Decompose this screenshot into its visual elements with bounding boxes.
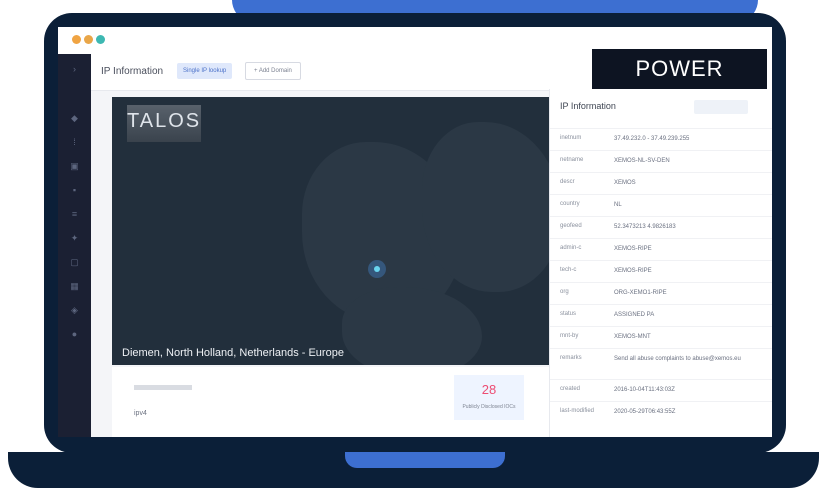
info-row: mnt-by XEMOS-MNT	[550, 326, 772, 349]
info-row: org ORG-XEMO1-RIPE	[550, 282, 772, 305]
ioc-count-card[interactable]: 28 Publicly Disclosed IOCs	[454, 375, 524, 420]
info-key: remarks	[560, 355, 582, 361]
support-icon[interactable]: ●	[70, 330, 79, 339]
info-key: org	[560, 289, 569, 295]
info-value: ASSIGNED PA	[614, 312, 655, 318]
info-row: created 2016-10-04T11:43:03Z	[550, 379, 772, 402]
location-marker[interactable]	[374, 266, 380, 272]
info-action-chip[interactable]	[694, 100, 748, 114]
shield-icon[interactable]: ▪	[70, 186, 79, 195]
ioc-count-label: Publicly Disclosed IOCs	[462, 404, 516, 410]
users-icon[interactable]: ◈	[70, 306, 79, 315]
location-caption: Diemen, North Holland, Netherlands - Eur…	[122, 347, 344, 359]
info-value: Send all abuse complaints to abuse@xemos…	[614, 356, 741, 362]
loading-placeholder	[134, 385, 192, 390]
lookup-tab[interactable]: Single IP lookup	[177, 63, 233, 79]
powerdmarc-logo: POWER DMARC	[592, 49, 767, 121]
info-row: remarks Send all abuse complaints to abu…	[550, 348, 772, 380]
info-row: country NL	[550, 194, 772, 217]
info-value: ORG-XEMO1-RIPE	[614, 290, 667, 296]
info-key: last-modified	[560, 408, 595, 414]
info-key: netname	[560, 157, 584, 163]
info-value: 37.49.232.0 - 37.49.239.255	[614, 136, 690, 142]
laptop-hinge-accent	[345, 452, 505, 468]
map-land-africa	[342, 287, 482, 365]
home-icon[interactable]: ◆	[70, 114, 79, 123]
maximize-window-dot[interactable]	[96, 35, 105, 44]
page-title: IP Information	[101, 66, 164, 77]
ip-info-panel: IP Information inetnum 37.49.232.0 - 37.…	[549, 89, 772, 437]
info-row: geofeed 52.3473213 4.9826183	[550, 216, 772, 239]
minimize-window-dot[interactable]	[84, 35, 93, 44]
close-window-dot[interactable]	[72, 35, 81, 44]
info-row: tech-c XEMOS-RIPE	[550, 260, 772, 283]
info-row: descr XEMOS	[550, 172, 772, 195]
screen: › ◆ ⁞ ▣ ▪ ≡ ✦ ▢ ▦ ◈ ● IP Information Sin…	[58, 27, 772, 437]
info-value: XEMOS	[614, 180, 636, 186]
talos-logo: TALOS	[127, 105, 201, 142]
sidebar: › ◆ ⁞ ▣ ▪ ≡ ✦ ▢ ▦ ◈ ●	[58, 54, 91, 437]
ioc-count: 28	[481, 382, 497, 397]
info-value: 52.3473213 4.9826183	[614, 224, 676, 230]
info-row: last-modified 2020-05-29T06:43:55Z	[550, 401, 772, 424]
info-value: XEMOS-NL-SV-DEN	[614, 158, 670, 164]
menu-toggle-icon[interactable]: ›	[70, 65, 79, 74]
info-title: IP Information	[560, 101, 616, 111]
tools-icon[interactable]: ▢	[70, 258, 79, 267]
info-key: mnt-by	[560, 333, 579, 339]
info-key: tech-c	[560, 267, 577, 273]
list-icon[interactable]: ≡	[70, 210, 79, 219]
info-key: geofeed	[560, 223, 582, 229]
stats-panel: ipv4 28 Publicly Disclosed IOCs	[112, 367, 550, 437]
info-key: created	[560, 386, 581, 392]
info-value: XEMOS-RIPE	[614, 268, 652, 274]
ip-version: ipv4	[134, 410, 147, 417]
info-row: inetnum 37.49.232.0 - 37.49.239.255	[550, 128, 772, 151]
info-key: status	[560, 311, 577, 317]
add-domain-button[interactable]: + Add Domain	[245, 62, 301, 80]
info-key: inetnum	[560, 135, 582, 141]
world-map: TALOS Diemen, North Holland, Netherlands…	[112, 97, 550, 365]
info-key: descr	[560, 179, 575, 185]
info-value: XEMOS-MNT	[614, 334, 651, 340]
info-value: 2016-10-04T11:43:03Z	[614, 387, 675, 393]
table-icon[interactable]: ▦	[70, 282, 79, 291]
info-key: country	[560, 201, 580, 207]
info-key: admin-c	[560, 245, 582, 251]
reports-icon[interactable]: ▣	[70, 162, 79, 171]
info-value: NL	[614, 202, 622, 208]
analytics-icon[interactable]: ⁞	[70, 138, 79, 147]
info-row: netname XEMOS-NL-SV-DEN	[550, 150, 772, 173]
settings-icon[interactable]: ✦	[70, 234, 79, 243]
info-value: XEMOS-RIPE	[614, 246, 652, 252]
info-value: 2020-05-29T06:43:55Z	[614, 409, 676, 415]
map-land-asia	[422, 122, 550, 292]
info-row: admin-c XEMOS-RIPE	[550, 238, 772, 261]
info-row: status ASSIGNED PA	[550, 304, 772, 327]
